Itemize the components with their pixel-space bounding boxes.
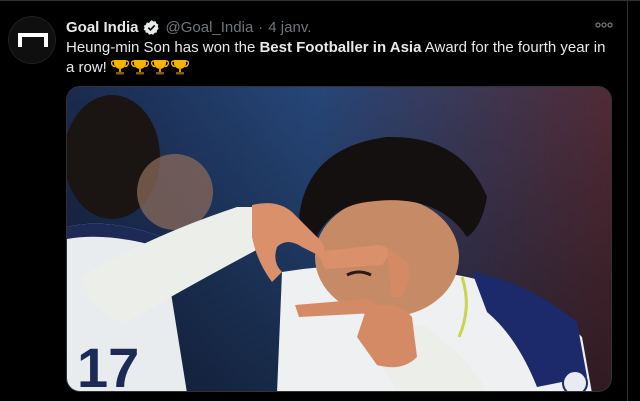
author-name[interactable]: Goal India: [66, 19, 139, 36]
trophy-icon: [150, 58, 170, 75]
tweet-media-image[interactable]: 17: [66, 86, 612, 392]
tweet-text-bold: Best Footballer in Asia: [259, 39, 422, 56]
author-handle[interactable]: @Goal_India: [166, 19, 254, 36]
trophy-emojis: [110, 58, 191, 76]
goal-logo-icon: [18, 33, 48, 47]
more-options-icon[interactable]: [594, 18, 614, 32]
trophy-icon: [110, 58, 130, 75]
tweet-header: Goal India @Goal_India · 4 janv.: [66, 16, 311, 38]
verified-badge-icon: [143, 19, 160, 36]
trophy-icon: [130, 58, 150, 75]
tweet-date[interactable]: 4 janv.: [268, 19, 311, 36]
photo-footballer: 17: [67, 87, 611, 392]
svg-text:17: 17: [77, 336, 139, 392]
tweet-text-start: Heung-min Son has won the: [66, 39, 260, 56]
separator-dot: ·: [258, 18, 264, 36]
avatar[interactable]: [8, 16, 56, 64]
top-divider: [0, 0, 640, 1]
tweet-text: Heung-min Son has won the Best Footballe…: [66, 38, 616, 78]
trophy-icon: [170, 58, 190, 75]
column-border: [627, 0, 628, 401]
